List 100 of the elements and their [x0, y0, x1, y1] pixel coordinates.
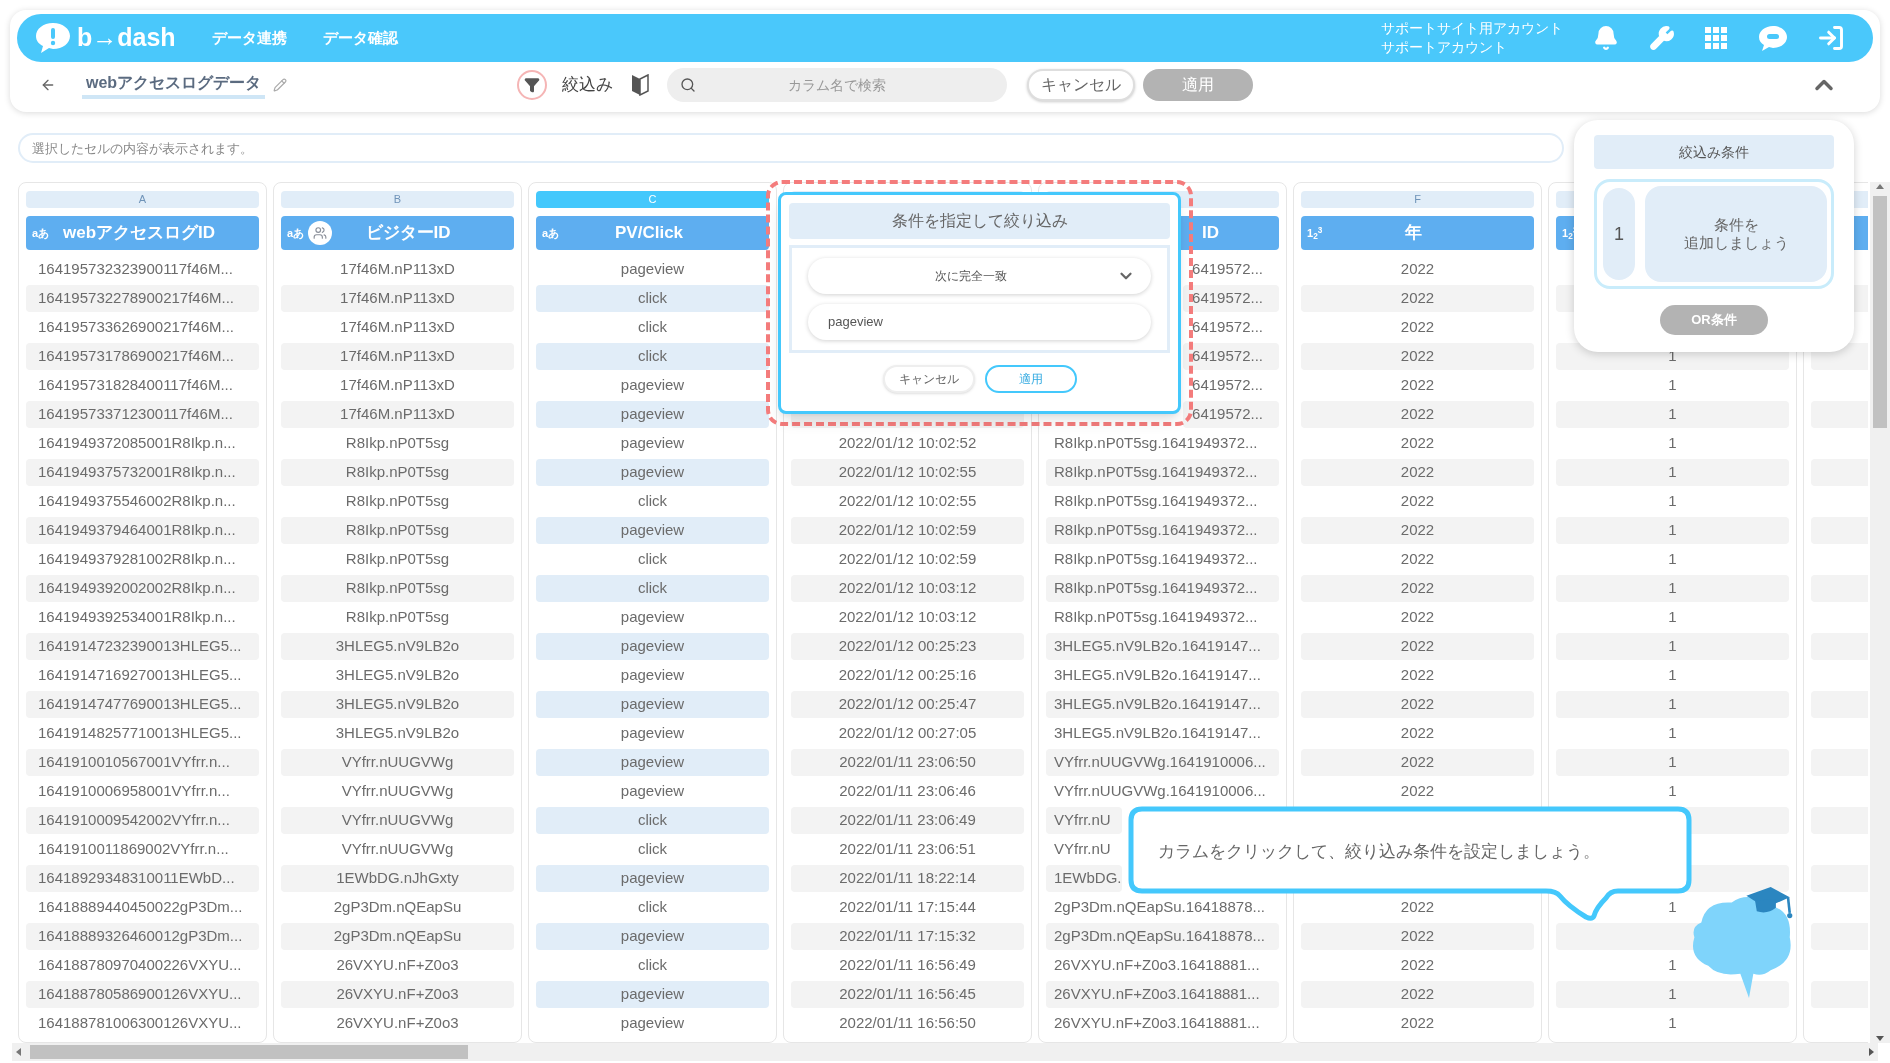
table-cell: pageview — [536, 691, 769, 718]
table-cell: 2022/01/12 10:03:12 — [791, 575, 1024, 602]
table-cell: R8Ikp.nP0T5sg.1641949372... — [1046, 517, 1279, 544]
table-cell: 164195732278900217f46M... — [26, 285, 259, 312]
table-cell: 6419572... — [1183, 401, 1279, 428]
table-cell: 16418929348310011EWbD... — [26, 865, 259, 892]
table-cell: click — [536, 575, 769, 602]
table-cell-text: 26VXYU.nF+Z0o3.16418881... — [1053, 955, 1261, 976]
table-cell: 1 — [1556, 981, 1789, 1008]
account-name: サポートアカウント — [1381, 38, 1508, 57]
table-cell-text: R8Ikp.nP0T5sg — [344, 607, 451, 628]
table-cell: 17f46M.nP113xD — [281, 401, 514, 428]
table-cell-text: 2022/01/11 23:06:46 — [838, 781, 977, 802]
table-cell-text: 16419148257710013HLEG5... — [37, 723, 243, 744]
scrollbar-thumb[interactable] — [1873, 196, 1887, 428]
value-input[interactable]: pageview — [828, 312, 1131, 332]
table-cell: 164195731786900217f46M... — [26, 343, 259, 370]
logout-icon[interactable] — [1817, 24, 1845, 52]
table-cell-text: 1641949379281002R8Ikp.n... — [37, 549, 237, 570]
cancel-button[interactable]: キャンセル — [1027, 69, 1136, 101]
pencil-icon[interactable] — [273, 78, 288, 92]
table-cell-text: 2022/01/12 00:27:05 — [837, 723, 978, 744]
table-cell-text: 2022 — [1399, 375, 1436, 396]
table-cell-text: 2022 — [1399, 955, 1436, 976]
add-condition-hint[interactable]: 条件を 追加しましょう — [1645, 186, 1827, 282]
dataset-title[interactable]: webアクセスログデータ — [82, 71, 266, 99]
table-cell: 2022/01/11 16:56:45 — [791, 981, 1024, 1008]
table-cell-text: 2022 — [1399, 723, 1436, 744]
scroll-down-icon[interactable] — [1875, 1035, 1885, 1043]
apps-grid-icon[interactable] — [1705, 27, 1727, 49]
table-cell: 164188780586900126VXYU... — [26, 981, 259, 1008]
table-cell-text: 1641910011869002VYfrr.n... — [37, 839, 230, 860]
table-cell: R8Ikp.nP0T5sg — [281, 517, 514, 544]
table-cell: 17f46M.nP113xD — [281, 285, 514, 312]
table-cell-text: 6419572... — [1191, 317, 1264, 338]
column-letter[interactable]: C — [536, 191, 769, 208]
beginner-mark-icon[interactable] — [631, 74, 650, 96]
chat-icon[interactable] — [1757, 24, 1789, 52]
apply-button[interactable]: 適用 — [984, 365, 1077, 393]
table-cell-text: R8Ikp.nP0T5sg — [344, 491, 451, 512]
table-cell: 2022 — [1301, 691, 1534, 718]
table-cell-text: 1 — [1667, 723, 1678, 744]
table-cell: 2022 — [1301, 285, 1534, 312]
table-cell: 1641949379464001R8Ikp.n... — [26, 517, 259, 544]
table-cell: click — [536, 285, 769, 312]
type-label: aあ — [287, 225, 305, 241]
filter-icon[interactable] — [517, 70, 548, 100]
table-cell: 3HLEG5.nV9LB2o.16419147... — [1046, 691, 1279, 718]
scroll-up-icon[interactable] — [1875, 182, 1885, 190]
cancel-button[interactable]: キャンセル — [882, 365, 975, 393]
column-header[interactable]: aあ webアクセスログID — [26, 216, 259, 250]
table-cell: 2022/01/11 23:06:49 — [791, 807, 1024, 834]
table-cell-text: 26VXYU.nF+Z0o3.16418881... — [1053, 1013, 1261, 1034]
filter-label: 絞込み — [562, 74, 614, 97]
table-cell-text: 6419572... — [1191, 259, 1264, 280]
table-cell-text: 2022 — [1399, 317, 1436, 338]
search-field[interactable]: カラム名で検索 — [667, 68, 1008, 102]
nav-link[interactable]: データ確認 — [322, 26, 398, 50]
table-cell: pageview — [536, 749, 769, 776]
column-header[interactable]: aあ PV/Click — [536, 216, 769, 250]
bell-icon[interactable] — [1593, 25, 1619, 51]
table-cell: 26VXYU.nF+Z0o3 — [281, 981, 514, 1008]
table-cell-text: 2022 — [1399, 665, 1436, 686]
column-letter[interactable]: F — [1301, 191, 1534, 208]
table-cell: 2022 — [1301, 459, 1534, 486]
column-header[interactable]: aあ ビジターID — [281, 216, 514, 250]
table-cell-text: 2022 — [1399, 781, 1436, 802]
table-cell: 26VXYU.nF+Z0o3.16418881... — [1046, 981, 1279, 1008]
table-cell: 3HLEG5.nV9LB2o — [281, 691, 514, 718]
table-cell-text: 2022/01/11 23:06:51 — [838, 839, 977, 860]
table-cell-text: 2022 — [1399, 491, 1436, 512]
table-cell-text: pageview — [619, 259, 686, 280]
table-cell-text: 1641949375546002R8Ikp.n... — [37, 491, 237, 512]
table-cell: R8Ikp.nP0T5sg — [281, 575, 514, 602]
tip-text: カラムをクリックして、絞り込み条件を設定しましょう。 — [1158, 841, 1600, 863]
cell-content-field[interactable]: 選択したセルの内容が表示されます。 — [18, 133, 1564, 163]
table-cell-text: click — [636, 897, 669, 918]
wrench-icon[interactable] — [1649, 25, 1675, 51]
nav-link[interactable]: データ連携 — [211, 26, 287, 50]
table-cell: 1 — [1556, 575, 1789, 602]
column-letter[interactable]: B — [281, 191, 514, 208]
back-icon[interactable] — [40, 77, 56, 93]
visitor-icon — [308, 221, 333, 245]
vertical-scrollbar[interactable] — [1870, 182, 1890, 1043]
table-cell-text: R8Ikp.nP0T5sg.1641949372... — [1053, 433, 1259, 454]
table-cell-text: pageview — [619, 433, 686, 454]
table-cell: 1641949375732001R8Ikp.n... — [26, 459, 259, 486]
table-cell: VYfrr.nUUGVWg.1641910006... — [1046, 749, 1279, 776]
table-cell-text: click — [636, 549, 669, 570]
table-cell-text: 1 — [1667, 433, 1678, 454]
value-field[interactable]: pageview — [808, 304, 1151, 340]
table-cell-text: pageview — [619, 1013, 686, 1034]
table-cell-text: 2022 — [1399, 259, 1436, 280]
table-cell-text: pageview — [619, 665, 686, 686]
horizontal-scrollbar[interactable] — [12, 1043, 1878, 1061]
table-cell: pageview — [536, 923, 769, 950]
column-letter[interactable]: A — [26, 191, 259, 208]
scrollbar-thumb[interactable] — [30, 1045, 468, 1059]
table-cell-text: 1 — [1667, 1013, 1678, 1034]
condition-select[interactable]: 次に完全一致 — [808, 258, 1151, 294]
